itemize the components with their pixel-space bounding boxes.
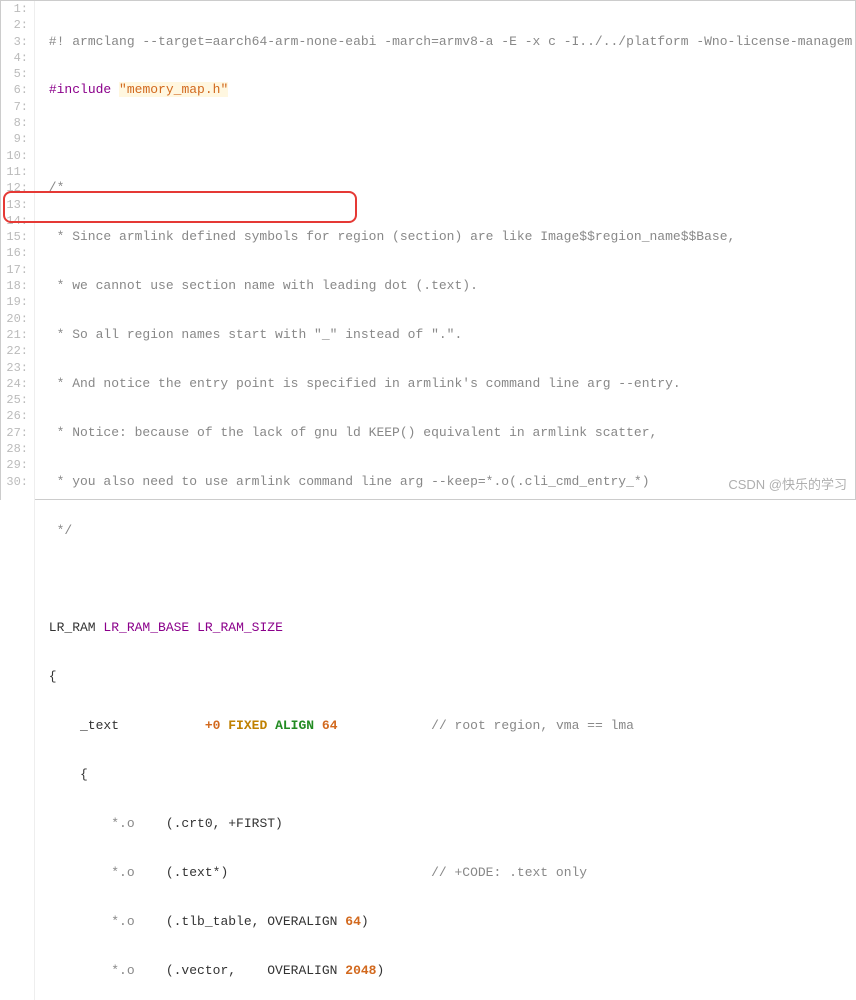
code-line: /* [41,180,855,196]
line-number: 8: [1,115,28,131]
code-line: #include "memory_map.h" [41,82,855,98]
code-line: _text +0 FIXED ALIGN 64 // root region, … [41,718,855,734]
line-number: 6: [1,82,28,98]
line-number: 30: [1,474,28,490]
line-number: 26: [1,408,28,424]
line-number: 15: [1,229,28,245]
code-line: LR_RAM LR_RAM_BASE LR_RAM_SIZE [41,620,855,636]
line-number: 10: [1,148,28,164]
line-number: 2: [1,17,28,33]
code-line: * So all region names start with "_" ins… [41,327,855,343]
line-number: 20: [1,311,28,327]
line-number: 23: [1,360,28,376]
line-number: 27: [1,425,28,441]
code-line: * Notice: because of the lack of gnu ld … [41,425,855,441]
code-line [41,131,855,147]
code-line: * we cannot use section name with leadin… [41,278,855,294]
line-number: 11: [1,164,28,180]
line-number: 16: [1,245,28,261]
line-number: 13: [1,197,28,213]
line-number: 22: [1,343,28,359]
code-line: *.o (.text*) // +CODE: .text only [41,865,855,881]
line-number: 3: [1,34,28,50]
line-number: 12: [1,180,28,196]
code-line: { [41,767,855,783]
line-number: 14: [1,213,28,229]
line-number: 17: [1,262,28,278]
line-number: 25: [1,392,28,408]
code-line: #! armclang --target=aarch64-arm-none-ea… [41,34,855,50]
line-number: 29: [1,457,28,473]
code-line: *.o (.crt0, +FIRST) [41,816,855,832]
line-number: 18: [1,278,28,294]
code-editor: 1: 2: 3: 4: 5: 6: 7: 8: 9: 10: 11: 12: 1… [1,1,855,1000]
line-number: 19: [1,294,28,310]
line-number-gutter: 1: 2: 3: 4: 5: 6: 7: 8: 9: 10: 11: 12: 1… [1,1,35,1000]
line-number: 9: [1,131,28,147]
code-line: *.o (.tlb_table, OVERALIGN 64) [41,914,855,930]
code-line: { [41,669,855,685]
code-line: *.o (.vector, OVERALIGN 2048) [41,963,855,979]
code-content[interactable]: #! armclang --target=aarch64-arm-none-ea… [35,1,855,1000]
code-line: * And notice the entry point is specifie… [41,376,855,392]
code-line: * Since armlink defined symbols for regi… [41,229,855,245]
watermark-text: CSDN @快乐的学习 [728,474,847,493]
code-line: */ [41,523,855,539]
code-line [41,571,855,587]
line-number: 24: [1,376,28,392]
line-number: 5: [1,66,28,82]
line-number: 1: [1,1,28,17]
line-number: 21: [1,327,28,343]
line-number: 7: [1,99,28,115]
line-number: 4: [1,50,28,66]
line-number: 28: [1,441,28,457]
